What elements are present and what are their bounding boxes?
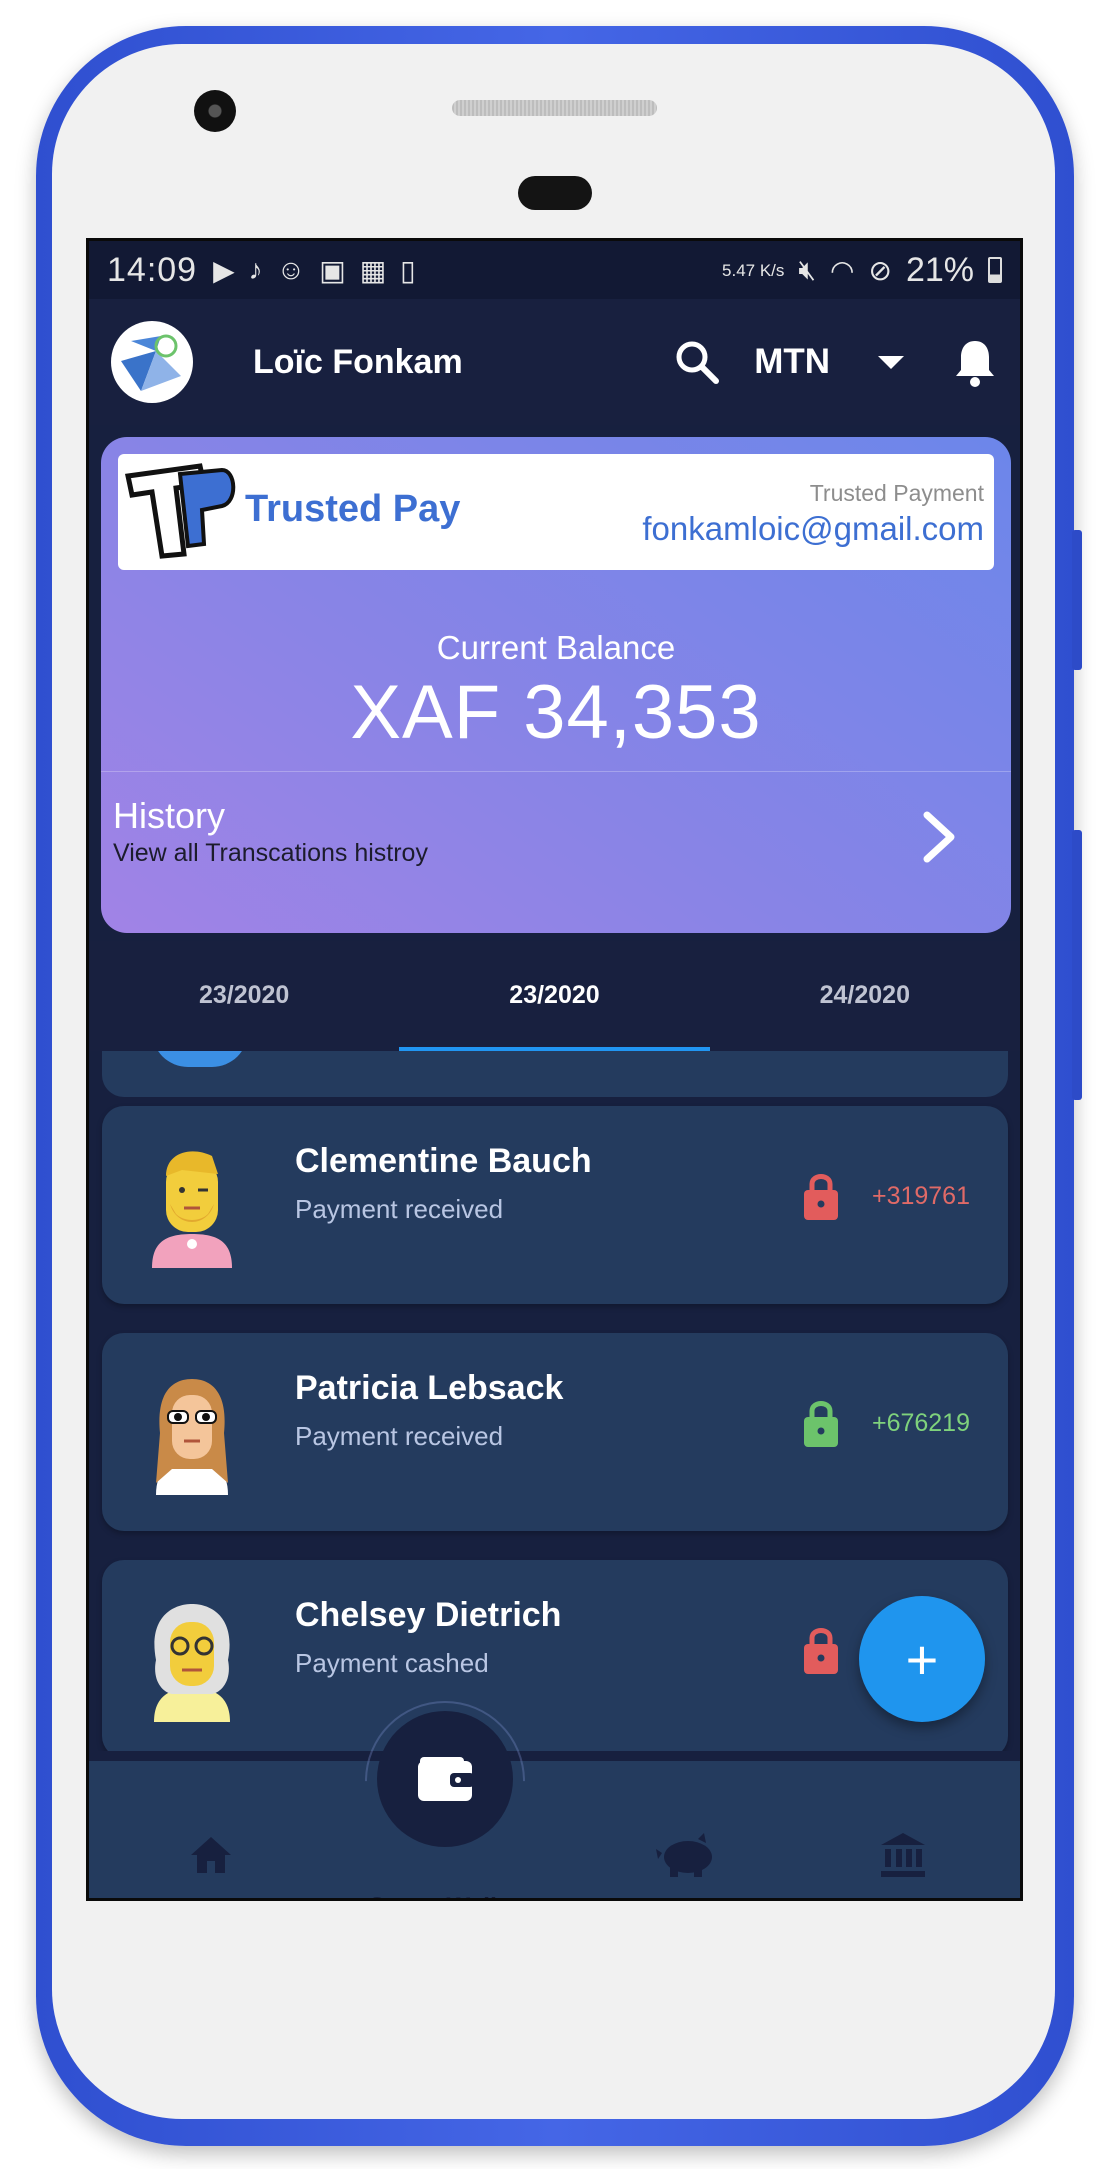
add-transaction-button[interactable]: + [859,1596,985,1722]
date-tabs: 23/2020 23/2020 24/2020 [89,941,1020,1051]
avatar [154,1604,230,1722]
carrier-selector[interactable]: MTN [754,342,830,382]
sim-icon: ▯ [400,254,416,286]
network-speed: 5.47 K/s [722,260,785,280]
wallet-icon [418,1757,474,1801]
home-icon[interactable] [187,1831,235,1879]
lock-icon [804,1174,838,1220]
avatar [156,1379,228,1495]
image-icon: ▣ [319,254,346,286]
transaction-amount: +676219 [871,1409,970,1437]
card-header: Trusted Pay Trusted Payment fonkamloic@g… [118,454,994,570]
piggy-bank-icon[interactable] [654,1831,720,1879]
bottom-nav [89,1761,1020,1898]
avatar[interactable] [111,321,193,403]
brand-subtitle: Trusted Payment [809,480,984,506]
play-icon: ▶ [213,254,235,286]
payer-name: Chelsey Dietrich [295,1596,562,1634]
app-screen: 14:09 ▶ ♪ ☺ ▣ ▦ ▯ 5.47 K/s 🔇︎ ◠ ⊘ 21% Lo… [86,238,1023,1901]
search-icon[interactable] [672,337,722,387]
chevron-right-icon[interactable] [919,809,959,865]
card-divider [101,771,1011,772]
power-button [1072,830,1082,1100]
battery-percent: 21% [905,250,974,289]
volume-button [1072,530,1082,670]
transaction-status: Payment cashed [295,1648,489,1678]
transaction-status: Payment received [295,1194,504,1224]
calendar-icon: ▦ [359,254,387,286]
balance-label: Current Balance [436,629,676,666]
app-logo-icon [121,334,181,391]
lock-icon [804,1628,838,1674]
transaction-status: Payment received [295,1421,504,1451]
balance-value: XAF 34,353 [350,670,762,755]
list-item[interactable]: Clementine Bauch Payment received +31976… [102,1106,1008,1304]
history-title[interactable]: History [113,795,225,837]
avatar [152,1151,232,1268]
tab-date-2[interactable]: 23/2020 [399,941,710,1051]
list-item[interactable] [102,1051,1008,1097]
earpiece-speaker [452,100,657,116]
mute-icon: 🔇︎ [798,253,817,285]
notification-icons: ▶ ♪ ☺ ▣ ▦ ▯ [213,254,416,287]
battery-icon [988,257,1002,283]
trusted-pay-logo-icon [125,463,236,559]
payer-name: Clementine Bauch [295,1142,592,1180]
transaction-amount: +319761 [871,1182,970,1210]
smart-wallet-button[interactable] [377,1711,513,1847]
snapchat-icon: ☺ [276,254,306,285]
user-name: Loïc Fonkam [253,342,463,381]
wifi-icon: ◠ [830,254,855,286]
list-item[interactable]: Patricia Lebsack Payment received +67621… [102,1333,1008,1531]
payer-name: Patricia Lebsack [295,1369,564,1407]
front-camera [194,90,236,132]
bank-icon[interactable] [879,1831,927,1879]
tab-date-1[interactable]: 23/2020 [89,941,399,1051]
smart-wallet-label: Smart Wallet [319,1893,569,1898]
system-icons: 5.47 K/s 🔇︎ ◠ ⊘ 21% [722,251,1002,290]
bell-icon[interactable] [952,337,998,387]
avatar [152,1051,248,1067]
chevron-down-icon[interactable] [878,355,904,369]
dnd-icon: ⊘ [868,254,892,286]
lock-icon [804,1401,838,1447]
balance-card: Trusted Pay Trusted Payment fonkamloic@g… [101,437,1011,933]
proximity-sensor [518,176,592,210]
brand-name: Trusted Pay [245,488,461,530]
account-email: fonkamloic@gmail.com [642,510,984,547]
history-subtitle: View all Transcations histroy [113,839,428,867]
status-bar: 14:09 ▶ ♪ ☺ ▣ ▦ ▯ 5.47 K/s 🔇︎ ◠ ⊘ 21% [89,241,1020,299]
tab-date-3[interactable]: 24/2020 [710,941,1020,1051]
status-time: 14:09 [107,250,198,289]
music-note-icon: ♪ [248,254,263,285]
app-bar: Loïc Fonkam MTN [89,299,1020,425]
